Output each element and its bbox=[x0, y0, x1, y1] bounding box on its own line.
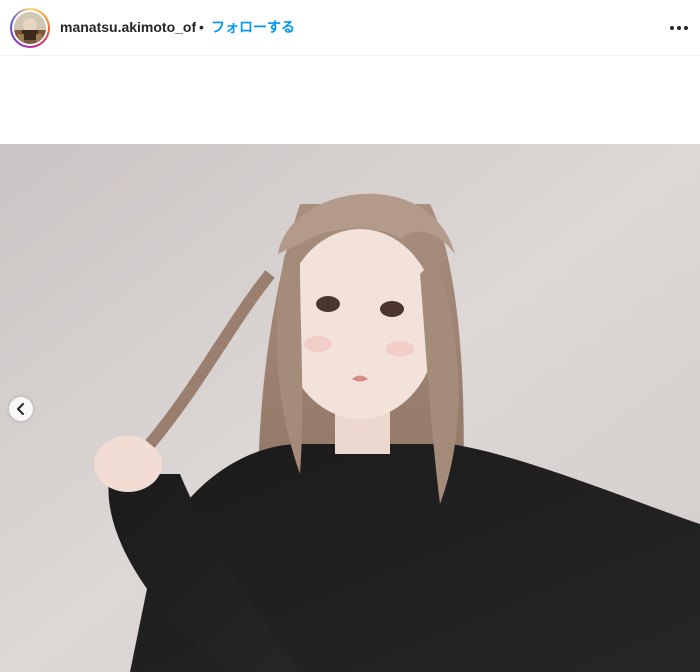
media-top-spacer bbox=[0, 56, 700, 144]
post-username[interactable]: manatsu.akimoto_offic bbox=[60, 17, 196, 37]
chevron-left-icon bbox=[17, 403, 24, 415]
story-ring[interactable] bbox=[10, 8, 50, 48]
post-photo[interactable] bbox=[0, 144, 700, 672]
carousel-prev-button[interactable] bbox=[9, 397, 33, 421]
follow-button[interactable]: フォローする bbox=[211, 17, 295, 37]
post-header: manatsu.akimoto_offic • フォローする bbox=[0, 0, 700, 56]
profile-avatar-icon[interactable] bbox=[14, 12, 46, 44]
more-options-icon[interactable] bbox=[668, 18, 690, 38]
separator-dot: • bbox=[199, 19, 204, 35]
